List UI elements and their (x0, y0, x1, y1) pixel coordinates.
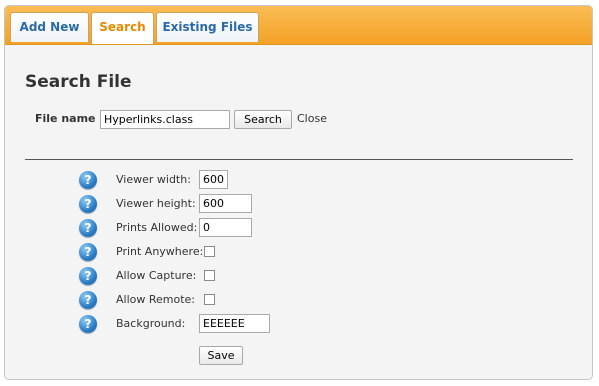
help-question-icon[interactable]: ? (79, 243, 97, 261)
save-button[interactable]: Save (199, 346, 243, 365)
allow-remote-checkbox[interactable] (204, 294, 215, 305)
setting-row-allow-capture: ? Allow Capture: (5, 265, 592, 287)
viewer-height-label: Viewer height: (116, 197, 196, 210)
setting-row-print-anywhere: ? Print Anywhere: (5, 241, 592, 263)
setting-row-background: ? Background: (5, 313, 592, 335)
setting-row-viewer-height: ? Viewer height: (5, 193, 592, 215)
setting-row-prints-allowed: ? Prints Allowed: (5, 217, 592, 239)
file-name-label: File name : (35, 112, 104, 125)
tab-existing-files[interactable]: Existing Files (156, 12, 259, 42)
help-question-icon[interactable]: ? (79, 195, 97, 213)
page-title: Search File (25, 72, 132, 92)
background-color-input[interactable] (199, 314, 270, 333)
close-link[interactable]: Close (297, 112, 327, 125)
viewer-width-label: Viewer width: (116, 173, 191, 186)
tab-search[interactable]: Search (91, 12, 154, 44)
allow-capture-checkbox[interactable] (204, 270, 215, 281)
help-question-icon[interactable]: ? (79, 267, 97, 285)
search-button[interactable]: Search (234, 110, 292, 129)
allow-remote-label: Allow Remote: (116, 293, 196, 306)
help-question-icon[interactable]: ? (79, 219, 97, 237)
print-anywhere-checkbox[interactable] (204, 246, 215, 257)
help-question-icon[interactable]: ? (79, 171, 97, 189)
viewer-width-input[interactable] (199, 170, 228, 189)
tab-bar: Add New Search Existing Files (5, 6, 592, 45)
setting-row-viewer-width: ? Viewer width: (5, 169, 592, 191)
help-question-icon[interactable]: ? (79, 315, 97, 333)
file-manager-panel: Add New Search Existing Files Search Fil… (4, 5, 593, 380)
tab-add-new[interactable]: Add New (10, 12, 89, 42)
file-name-input[interactable] (100, 110, 230, 129)
allow-capture-label: Allow Capture: (116, 269, 197, 282)
print-anywhere-label: Print Anywhere: (116, 245, 204, 258)
prints-allowed-label: Prints Allowed: (116, 221, 198, 234)
divider (25, 159, 573, 160)
setting-row-allow-remote: ? Allow Remote: (5, 289, 592, 311)
prints-allowed-input[interactable] (199, 218, 252, 237)
viewer-height-input[interactable] (199, 194, 252, 213)
background-label: Background: (116, 317, 186, 330)
help-question-icon[interactable]: ? (79, 291, 97, 309)
